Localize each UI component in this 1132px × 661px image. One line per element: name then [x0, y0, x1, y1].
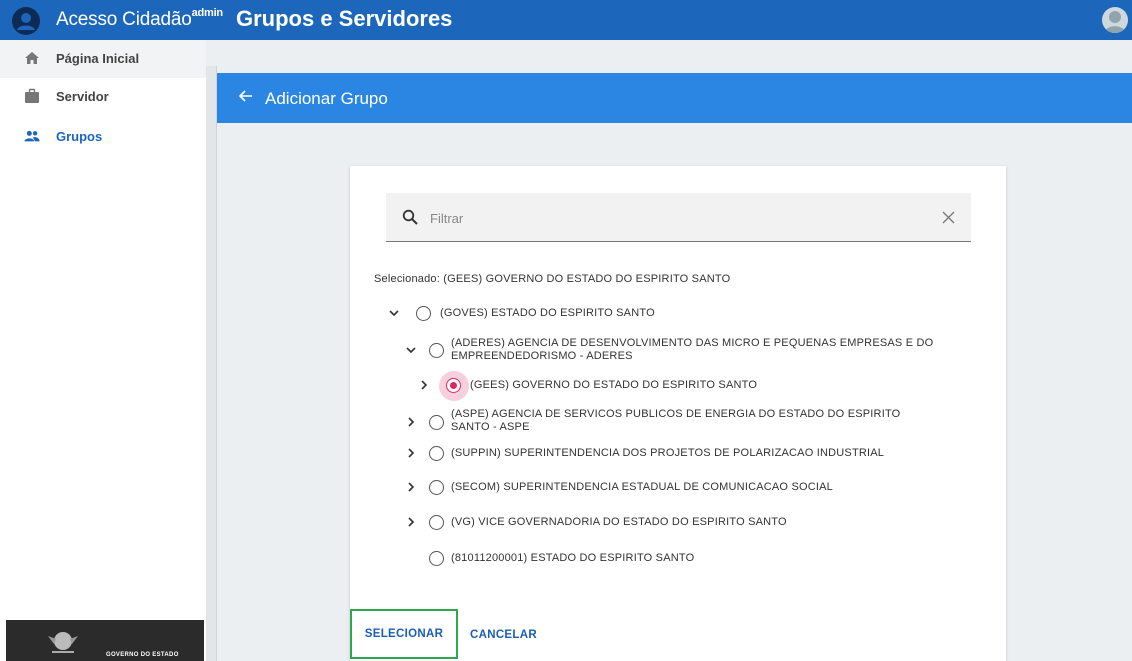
filter-field[interactable]: [386, 193, 971, 242]
tree-node[interactable]: (SUPPIN) SUPERINTENDENCIA DOS PROJETOS D…: [405, 446, 995, 466]
tree-node[interactable]: (GEES) GOVERNO DO ESTADO DO ESPIRITO SAN…: [418, 371, 978, 401]
chevron-right-icon[interactable]: [405, 481, 417, 493]
radio-button[interactable]: [429, 446, 444, 461]
tree-node[interactable]: (ADERES) AGENCIA DE DESENVOLVIMENTO DAS …: [405, 334, 995, 366]
sidebar-item-label: Grupos: [56, 129, 103, 144]
chevron-down-icon[interactable]: [388, 307, 400, 319]
avatar-icon: [1104, 11, 1126, 33]
radio-button[interactable]: [429, 515, 444, 530]
avatar[interactable]: [1102, 7, 1128, 33]
app-bar: Acesso Cidadãoadmin Grupos e Servidores: [0, 0, 1132, 40]
group-selection-card: Selecionado: (GEES) GOVERNO DO ESTADO DO…: [350, 166, 1006, 661]
user-account-icon[interactable]: [12, 7, 40, 35]
subheader-title: Adicionar Grupo: [265, 89, 388, 108]
sidebar-item-grupos[interactable]: Grupos: [0, 118, 206, 156]
tree-node-label: (SUPPIN) SUPERINTENDENCIA DOS PROJETOS D…: [451, 447, 885, 459]
sidebar-scrollbar[interactable]: [206, 66, 217, 661]
tree-node-label: (81011200001) ESTADO DO ESPIRITO SANTO: [451, 552, 695, 564]
arrow-back-icon[interactable]: [237, 87, 255, 105]
footer-text: GOVERNO DO ESTADO: [106, 652, 179, 658]
chevron-right-icon[interactable]: [405, 416, 417, 428]
tree-node[interactable]: (SECOM) SUPERINTENDENCIA ESTADUAL DE COM…: [405, 480, 995, 500]
cancel-button[interactable]: CANCELAR: [470, 629, 537, 641]
sidebar-item-servidor[interactable]: Servidor: [0, 78, 206, 116]
filter-input[interactable]: [428, 205, 912, 231]
tree-node[interactable]: (GOVES) ESTADO DO ESPIRITO SANTO: [388, 306, 988, 326]
tree-node-label: (SECOM) SUPERINTENDENCIA ESTADUAL DE COM…: [451, 481, 833, 493]
app-badge: admin: [191, 7, 224, 19]
crest-icon: [48, 632, 78, 653]
sidebar-item-label: Página Inicial: [56, 51, 140, 66]
tree-node-label: (GEES) GOVERNO DO ESTADO DO ESPIRITO SAN…: [470, 379, 758, 391]
chevron-right-icon[interactable]: [418, 379, 430, 391]
briefcase-icon: [25, 88, 39, 103]
sidebar: Página Inicial Servidor Grupos: [0, 40, 207, 661]
radio-button[interactable]: [429, 415, 444, 430]
page-title: Grupos e Servidores: [236, 6, 453, 31]
tree-node-label: (ASPE) AGENCIA DE SERVICOS PUBLICOS DE E…: [451, 408, 901, 433]
close-icon[interactable]: [942, 211, 955, 224]
radio-button-selected[interactable]: [446, 378, 461, 393]
government-logo: GOVERNO DO ESTADO: [6, 620, 204, 661]
app-name: Acesso Cidadãoadmin: [56, 7, 224, 30]
chevron-right-icon[interactable]: [405, 516, 417, 528]
tree-node-label: (ADERES) AGENCIA DE DESENVOLVIMENTO DAS …: [451, 337, 934, 362]
radio-button[interactable]: [429, 551, 444, 566]
chevron-right-icon[interactable]: [405, 447, 417, 459]
tree-node[interactable]: (ASPE) AGENCIA DE SERVICOS PUBLICOS DE E…: [405, 406, 995, 438]
tree-node[interactable]: (81011200001) ESTADO DO ESPIRITO SANTO: [405, 551, 995, 571]
tree-node-label: (GOVES) ESTADO DO ESPIRITO SANTO: [440, 307, 655, 319]
chevron-down-icon[interactable]: [405, 344, 417, 356]
radio-button[interactable]: [416, 306, 431, 321]
people-icon: [24, 130, 40, 142]
subheader: Adicionar Grupo: [217, 73, 1132, 123]
home-icon: [25, 52, 39, 64]
search-icon: [402, 209, 418, 225]
select-button[interactable]: SELECIONAR: [350, 609, 458, 659]
tree-node[interactable]: (VG) VICE GOVERNADORIA DO ESTADO DO ESPI…: [405, 515, 995, 535]
tree-node-label: (VG) VICE GOVERNADORIA DO ESTADO DO ESPI…: [451, 516, 787, 528]
selected-group-label: Selecionado: (GEES) GOVERNO DO ESTADO DO…: [374, 273, 731, 285]
sidebar-item-label: Servidor: [56, 89, 109, 104]
radio-button[interactable]: [429, 480, 444, 495]
radio-button[interactable]: [429, 343, 444, 358]
sidebar-item-home[interactable]: Página Inicial: [0, 40, 206, 78]
